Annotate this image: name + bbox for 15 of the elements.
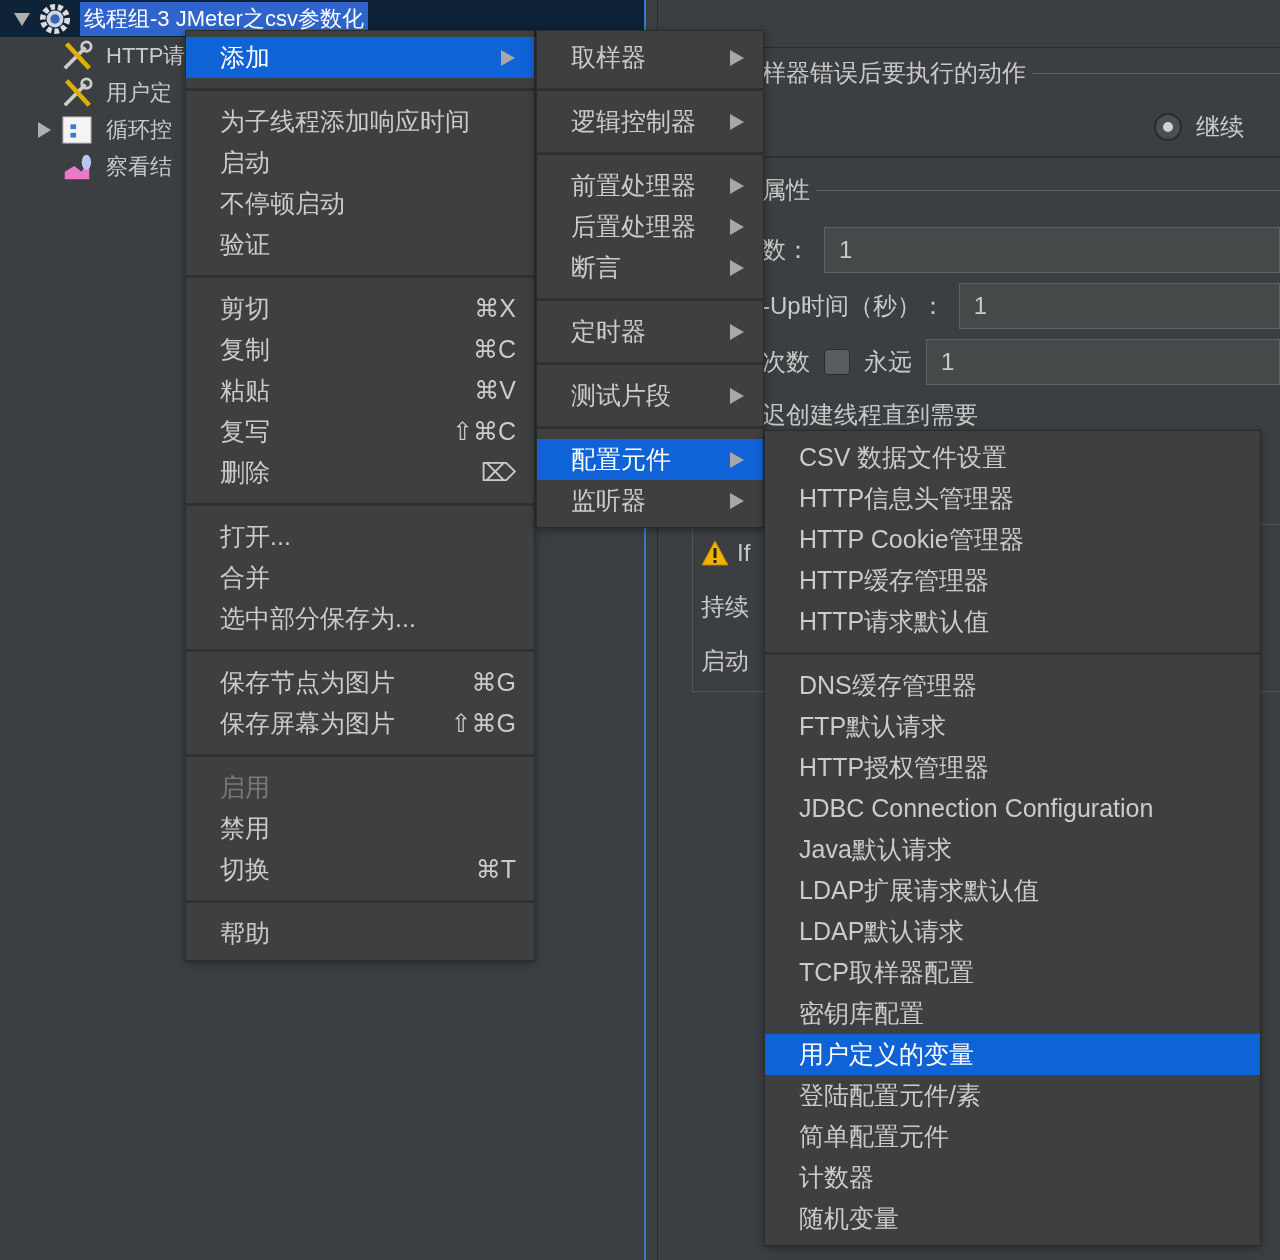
- field-label: -Up时间（秒）：: [762, 291, 945, 321]
- tree-label: HTTP请: [105, 41, 187, 70]
- section-legend: 属性: [762, 174, 810, 206]
- field-label: 启动: [701, 646, 749, 676]
- field-label: 次数: [762, 347, 810, 377]
- checkbox-label: 永远: [864, 347, 912, 377]
- tree-label: 循环控: [105, 115, 173, 144]
- field-label: 数：: [762, 235, 810, 265]
- radio-label: 继续: [1196, 112, 1244, 142]
- tree-label: 察看结: [105, 152, 173, 181]
- tree-label: 用户定: [105, 78, 173, 107]
- section-legend: 样器错误后要执行的动作: [762, 57, 1026, 89]
- warning-text: If: [737, 539, 751, 567]
- checkbox-label: 迟创建线程直到需要: [762, 400, 978, 430]
- field-label: 持续: [701, 592, 749, 622]
